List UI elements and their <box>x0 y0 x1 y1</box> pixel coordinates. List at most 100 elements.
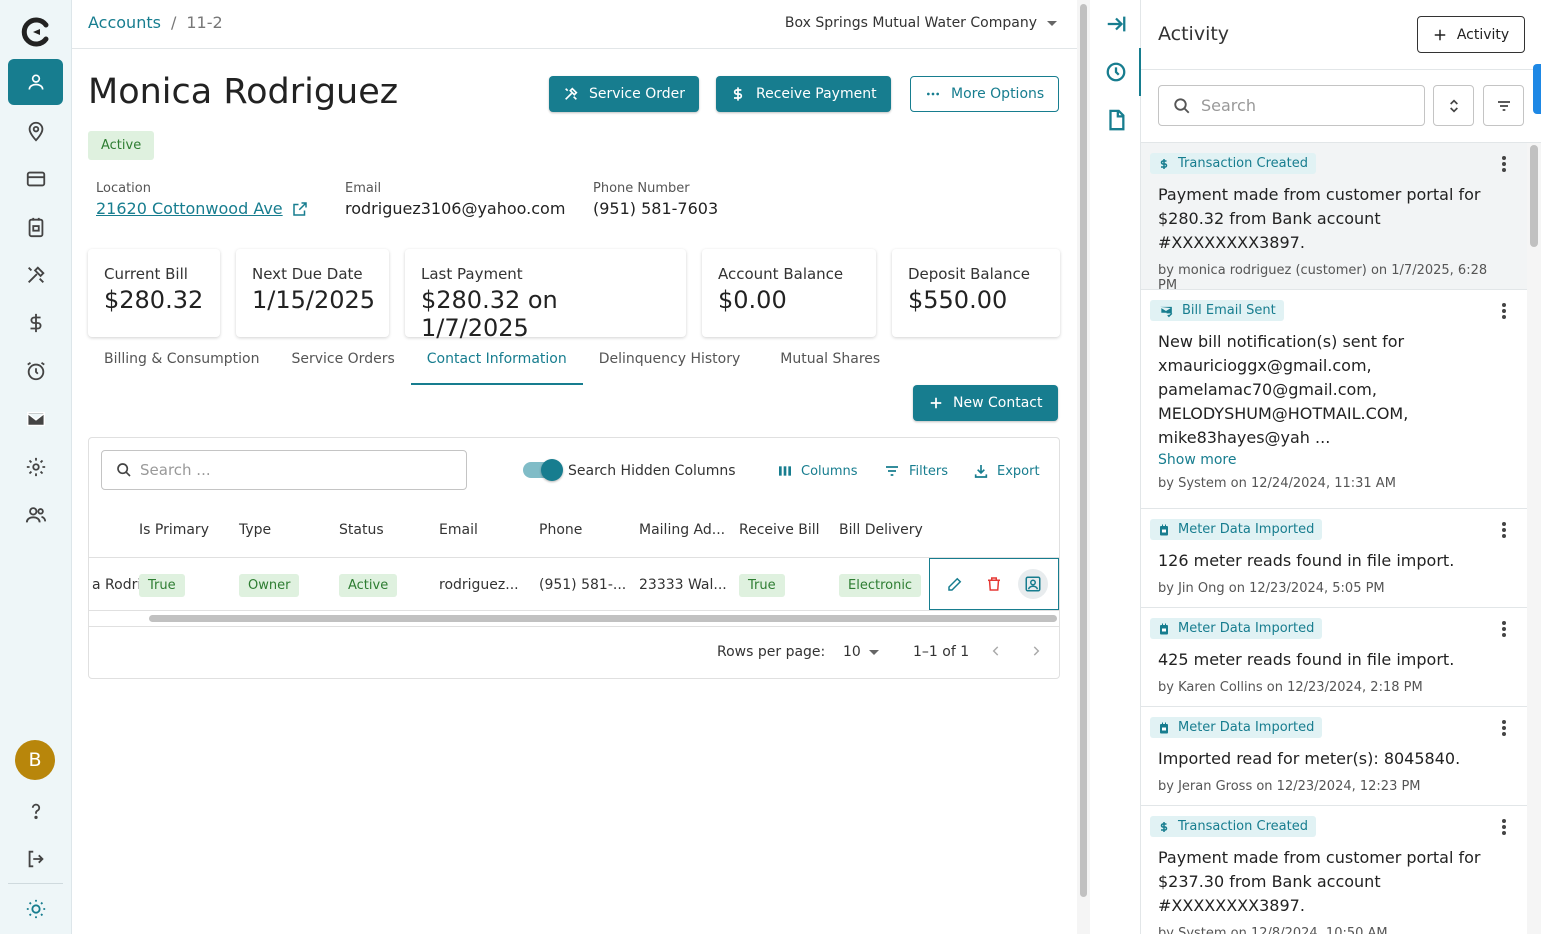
user-avatar[interactable]: B <box>15 740 55 780</box>
trash-icon <box>987 577 1000 591</box>
prev-page-button[interactable] <box>989 644 1003 658</box>
horizontal-scrollbar[interactable] <box>149 615 1057 622</box>
entry-more-icon[interactable] <box>1501 302 1507 320</box>
plus-icon <box>1434 29 1446 40</box>
activity-entry[interactable]: Transaction Created Payment made from cu… <box>1141 143 1527 293</box>
add-activity-button[interactable]: Activity <box>1417 16 1525 53</box>
contact-portal-button[interactable] <box>1017 569 1048 599</box>
activity-entry[interactable]: Transaction Created Payment made from cu… <box>1141 806 1527 934</box>
activity-history-icon[interactable] <box>1102 58 1130 86</box>
nav-accounts-icon[interactable] <box>8 59 63 105</box>
search-hidden-columns-toggle[interactable] <box>523 459 563 481</box>
account-tabs: Billing & Consumption Service Orders Con… <box>88 345 896 385</box>
nav-location-icon[interactable] <box>8 108 63 154</box>
location-link[interactable]: 21620 Cottonwood Ave <box>96 199 283 218</box>
activity-type-label: Transaction Created <box>1178 156 1308 171</box>
activity-entry[interactable]: Bill Email Sent New bill notification(s)… <box>1141 290 1527 509</box>
activity-entry[interactable]: Meter Data Imported Imported read for me… <box>1141 707 1527 806</box>
activity-entry[interactable]: Meter Data Imported 425 meter reads foun… <box>1141 608 1527 707</box>
column-header-mailing-address[interactable]: Mailing Ad... <box>639 522 725 538</box>
activity-meta: by System on 12/24/2024, 11:31 AM <box>1158 475 1396 491</box>
service-order-button[interactable]: Service Order <box>549 76 699 112</box>
activity-text: 425 meter reads found in file import. <box>1158 649 1455 669</box>
rail-divider <box>8 883 63 884</box>
nav-alarm-clock-icon[interactable] <box>8 348 63 394</box>
column-header-type[interactable]: Type <box>239 522 271 538</box>
entry-more-icon[interactable] <box>1501 155 1507 173</box>
nav-users-icon[interactable] <box>8 492 63 538</box>
company-selector[interactable]: Box Springs Mutual Water Company <box>785 15 1057 31</box>
activity-filter-button[interactable] <box>1483 85 1524 126</box>
panel-edge-tab[interactable] <box>1533 64 1541 114</box>
more-horizontal-icon <box>927 92 939 96</box>
nav-mail-icon[interactable] <box>8 396 63 442</box>
toggle-knob <box>541 459 563 481</box>
activity-panel: Activity Activity Search Transaction Cre… <box>1141 0 1541 934</box>
card-label: Deposit Balance <box>908 265 1030 283</box>
logout-icon[interactable] <box>8 836 63 882</box>
tab-billing-consumption[interactable]: Billing & Consumption <box>88 345 275 385</box>
column-header-bill-delivery[interactable]: Bill Delivery <box>839 522 923 538</box>
nav-settings-gear-icon[interactable] <box>8 444 63 490</box>
entry-more-icon[interactable] <box>1501 620 1507 638</box>
theme-sun-icon[interactable] <box>8 886 63 932</box>
scrollbar-thumb[interactable] <box>1530 145 1538 247</box>
documents-icon[interactable] <box>1102 106 1130 134</box>
phone-value: (951) 581-7603 <box>593 199 719 218</box>
filters-button[interactable]: Filters <box>883 463 948 479</box>
breadcrumb-accounts-link[interactable]: Accounts <box>88 13 161 32</box>
activity-meta: by Jeran Gross on 12/23/2024, 12:23 PM <box>1158 778 1421 794</box>
tab-contact-information[interactable]: Contact Information <box>410 345 583 385</box>
activity-scrollbar[interactable] <box>1527 143 1541 934</box>
search-hidden-columns-label: Search Hidden Columns <box>568 463 736 479</box>
new-contact-button[interactable]: New Contact <box>913 385 1059 421</box>
page-title: Monica Rodriguez <box>88 72 399 112</box>
external-link-icon[interactable] <box>291 200 309 218</box>
nav-meter-icon[interactable] <box>8 204 63 250</box>
left-nav-rail: B <box>0 0 72 934</box>
activity-search-input[interactable]: Search <box>1158 85 1425 126</box>
columns-button[interactable]: Columns <box>777 463 858 479</box>
entry-more-icon[interactable] <box>1501 719 1507 737</box>
cell-phone: (951) 581-... <box>539 577 627 593</box>
collapse-panel-icon[interactable] <box>1102 10 1130 38</box>
help-icon[interactable] <box>8 788 63 834</box>
card-value: $550.00 <box>908 286 1008 314</box>
deposit-balance-card: Deposit Balance $550.00 <box>892 249 1060 337</box>
entry-more-icon[interactable] <box>1501 818 1507 836</box>
nav-service-tools-icon[interactable] <box>8 252 63 298</box>
column-header-receive-bill[interactable]: Receive Bill <box>739 522 820 538</box>
column-header-email[interactable]: Email <box>439 522 478 538</box>
column-header-phone[interactable]: Phone <box>539 522 582 538</box>
grid-search-input[interactable]: Search ... <box>101 450 467 490</box>
nav-payments-dollar-icon[interactable] <box>8 300 63 346</box>
activity-entry[interactable]: Meter Data Imported 126 meter reads foun… <box>1141 509 1527 608</box>
export-button[interactable]: Export <box>973 463 1040 479</box>
tab-service-orders[interactable]: Service Orders <box>275 345 410 385</box>
edit-contact-button[interactable] <box>940 569 970 599</box>
location-label: Location <box>96 181 151 196</box>
activity-text: New bill notification(s) sent for xmauri… <box>1158 331 1409 447</box>
main-vertical-scrollbar[interactable] <box>1077 0 1090 934</box>
app-logo[interactable] <box>20 16 52 48</box>
column-header-status[interactable]: Status <box>339 522 384 538</box>
entry-more-icon[interactable] <box>1501 521 1507 539</box>
tab-delinquency-history[interactable]: Delinquency History <box>583 345 757 385</box>
delete-contact-button[interactable] <box>979 569 1009 599</box>
rows-per-page-select[interactable]: 10 <box>843 644 879 660</box>
nav-billing-card-icon[interactable] <box>8 156 63 202</box>
search-icon <box>1174 97 1190 113</box>
filter-icon <box>886 466 898 476</box>
sort-button[interactable] <box>1433 85 1474 126</box>
next-page-button[interactable] <box>1029 644 1043 658</box>
export-label: Export <box>997 463 1040 479</box>
tab-mutual-shares[interactable]: Mutual Shares <box>756 345 896 385</box>
more-options-button[interactable]: More Options <box>910 76 1060 112</box>
column-header-is-primary[interactable]: Is Primary <box>139 522 209 538</box>
activity-type-badge: Meter Data Imported <box>1150 519 1323 540</box>
service-order-label: Service Order <box>589 86 685 102</box>
show-more-link[interactable]: Show more <box>1158 452 1510 468</box>
scrollbar-thumb[interactable] <box>1080 4 1087 897</box>
chevron-right-icon <box>1033 646 1040 656</box>
receive-payment-button[interactable]: Receive Payment <box>716 76 891 112</box>
